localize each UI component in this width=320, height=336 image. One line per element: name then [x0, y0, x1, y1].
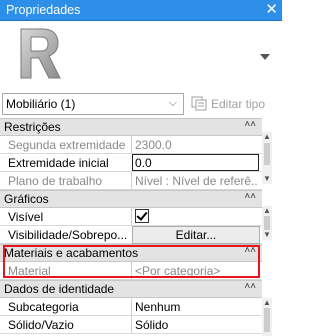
column-divider	[131, 172, 132, 189]
type-preview-panel[interactable]	[0, 21, 282, 91]
property-name: Extremidade inicial	[8, 156, 109, 170]
collapse-icon[interactable]: ˄˄	[244, 119, 256, 130]
type-selector-row: Mobiliário (1) ⌵ Editar tipo	[0, 92, 282, 116]
scrollbar-restricoes[interactable]: ▲ ▼	[262, 132, 272, 184]
property-name: Plano de trabalho	[8, 174, 103, 188]
property-name: Visível	[8, 210, 44, 224]
property-name: Visibilidade/Sobrepo...	[8, 228, 128, 242]
property-row[interactable]: Subcategoria Nenhum	[0, 298, 262, 316]
edit-type-button[interactable]: Editar tipo	[191, 94, 279, 114]
property-value: 2300.0	[135, 138, 172, 152]
property-row[interactable]: Plano de trabalho Nível : Nível de refer…	[0, 172, 262, 190]
collapse-icon[interactable]: ˄˄	[244, 281, 256, 292]
scrollbar-thumb[interactable]	[264, 143, 270, 165]
category-label: Gráficos	[4, 192, 49, 206]
category-label: Restrições	[4, 120, 61, 134]
property-value: Nível : Nível de referê...	[135, 174, 257, 188]
type-selector-dropdown[interactable]: Mobiliário (1) ⌵	[2, 93, 184, 115]
revit-r-icon	[20, 28, 61, 79]
title-bar: Propriedades ✕	[0, 0, 282, 21]
scroll-up-icon[interactable]: ▲	[262, 206, 272, 215]
property-value: <Por categoria>	[135, 264, 221, 278]
property-value: Sólido	[135, 318, 169, 332]
property-row[interactable]: Material <Por categoria>	[0, 262, 262, 280]
input-value: 0.0	[135, 156, 152, 170]
column-divider	[131, 298, 132, 315]
chevron-down-icon: ⌵	[168, 97, 177, 109]
category-label: Dados de identidade	[4, 282, 115, 296]
property-row[interactable]: Visível	[0, 208, 262, 226]
type-selector-value: Mobiliário (1)	[6, 97, 76, 111]
scroll-down-icon[interactable]: ▼	[262, 174, 272, 183]
column-divider	[131, 262, 132, 279]
property-name: Sólido/Vazio	[8, 318, 74, 332]
scrollbar-thumb[interactable]	[264, 216, 270, 230]
property-row[interactable]: Segunda extremidade 2300.0	[0, 136, 262, 154]
chevron-down-icon[interactable]	[260, 54, 270, 60]
edit-type-icon	[191, 96, 207, 111]
properties-grid: Restrições ˄˄ Segunda extremidade 2300.0…	[0, 118, 262, 336]
property-row[interactable]: Sólido/Vazio Sólido	[0, 316, 262, 334]
property-name: Segunda extremidade	[8, 138, 126, 152]
category-materiais-acabamentos[interactable]: Materiais e acabamentos ˄˄	[0, 244, 262, 262]
property-row[interactable]: Visibilidade/Sobrepo... Editar...	[0, 226, 262, 244]
scrollbar-identidade[interactable]: ▲	[262, 298, 272, 336]
category-graficos[interactable]: Gráficos ˄˄	[0, 190, 262, 208]
category-dados-identidade[interactable]: Dados de identidade ˄˄	[0, 280, 262, 298]
column-divider	[131, 316, 132, 333]
property-row[interactable]: Extremidade inicial 0.0	[0, 154, 262, 172]
close-icon[interactable]: ✕	[265, 1, 278, 19]
scroll-up-icon[interactable]: ▲	[262, 132, 272, 141]
category-label: Materiais e acabamentos	[4, 246, 139, 260]
extremidade-inicial-input[interactable]: 0.0	[132, 154, 259, 171]
property-name: Material	[8, 264, 51, 278]
scroll-down-icon[interactable]: ▼	[262, 230, 272, 239]
scrollbar-thumb[interactable]	[264, 308, 270, 332]
collapse-icon[interactable]: ˄˄	[244, 191, 256, 202]
editar-label: Editar...	[175, 228, 217, 242]
property-value: Nenhum	[135, 300, 181, 314]
category-restricoes[interactable]: Restrições ˄˄	[0, 118, 262, 136]
column-divider	[131, 136, 132, 153]
visivel-checkbox[interactable]	[135, 209, 149, 223]
editar-button[interactable]: Editar...	[132, 226, 260, 244]
property-name: Subcategoria	[8, 300, 79, 314]
scrollbar-graficos[interactable]: ▲ ▼	[262, 206, 272, 240]
collapse-icon[interactable]: ˄˄	[244, 245, 256, 256]
edit-type-label: Editar tipo	[211, 97, 266, 111]
column-divider	[131, 208, 132, 225]
scroll-up-icon[interactable]: ▲	[262, 298, 272, 307]
window-title: Propriedades	[6, 3, 81, 17]
